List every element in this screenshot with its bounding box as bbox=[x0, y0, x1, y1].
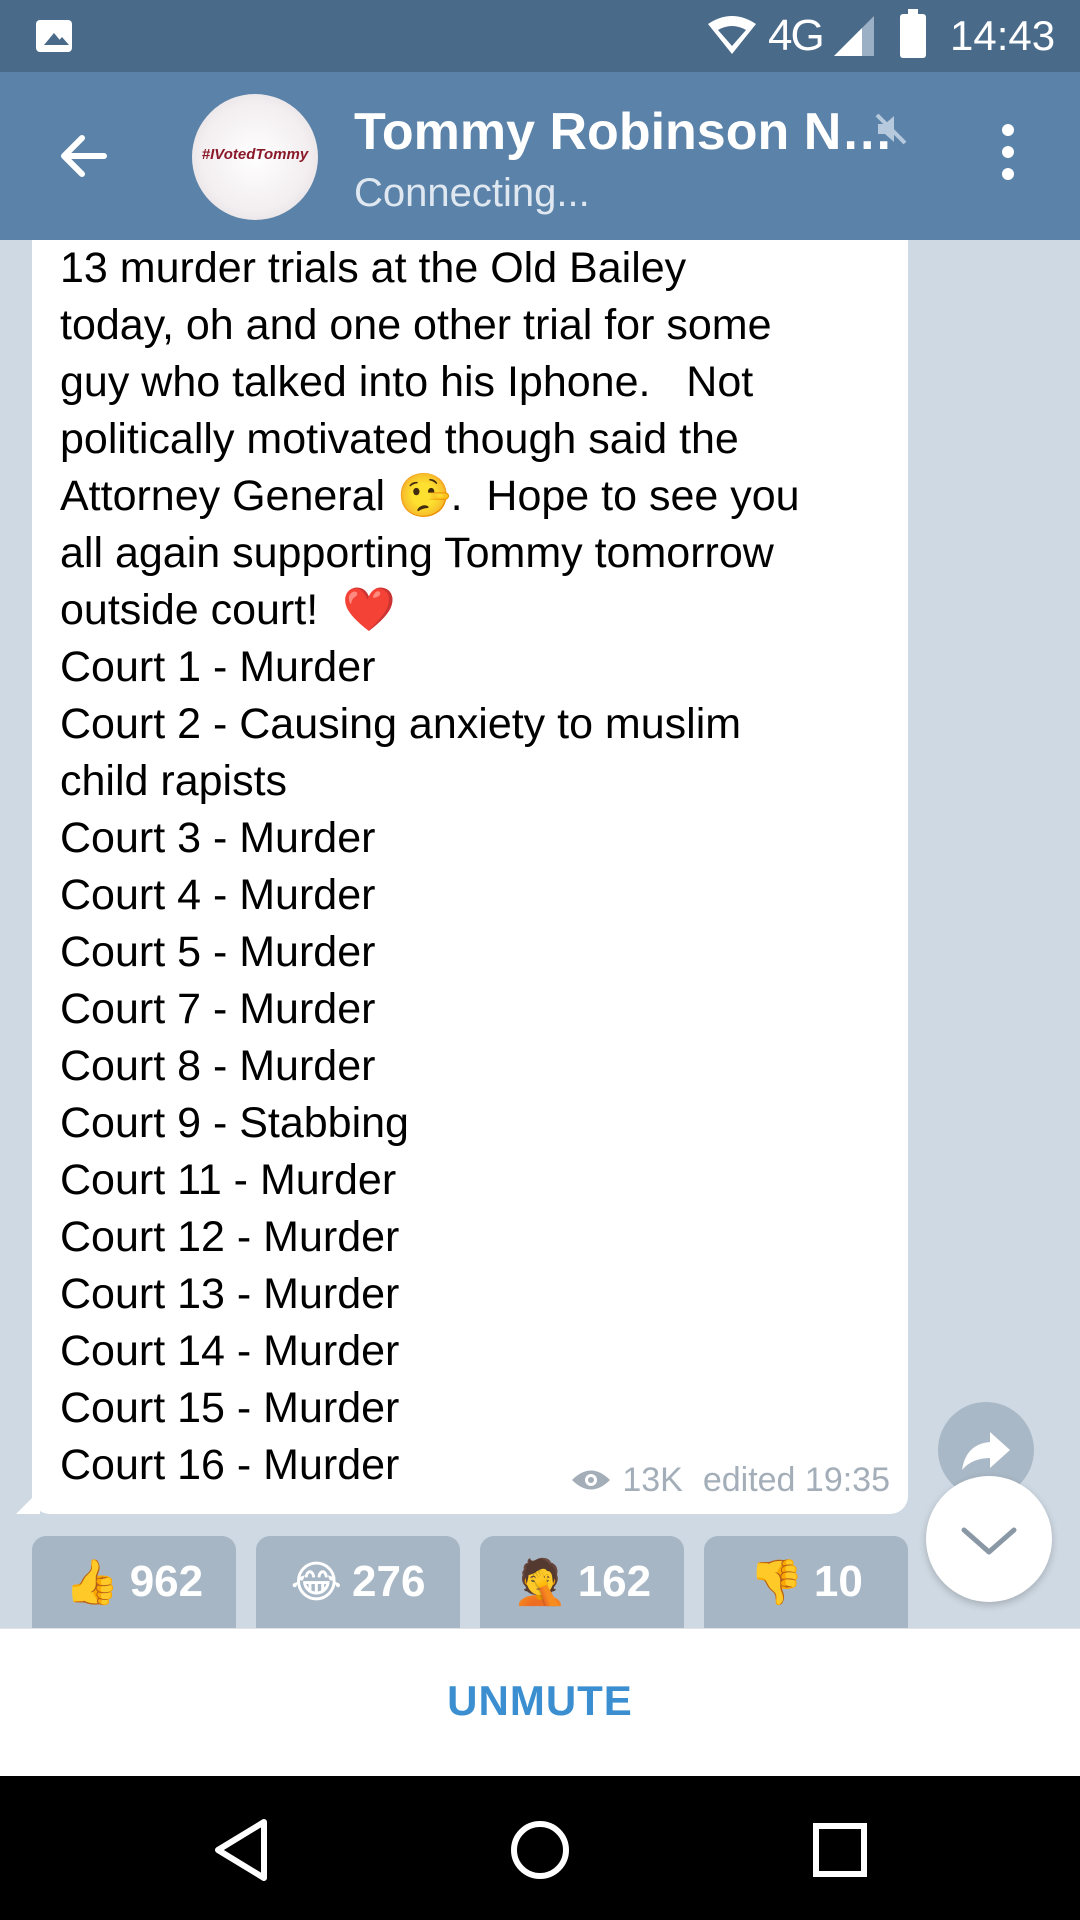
avatar-logo-text: #IVotedTommy bbox=[201, 146, 309, 163]
message-line: Attorney General 🤥. Hope to see you bbox=[60, 468, 900, 525]
message-line: Court 11 - Murder bbox=[60, 1156, 397, 1204]
laughing-icon: 😂 bbox=[290, 1556, 342, 1608]
message-text: 13 murder trials at the Old Bailey today… bbox=[60, 240, 900, 1494]
signal-icon bbox=[834, 16, 874, 56]
message-line: Court 9 - Stabbing bbox=[60, 1099, 409, 1147]
lying-face-emoji-icon: 🤥 bbox=[397, 471, 451, 521]
message-line: Court 2 - Causing anxiety to muslim bbox=[60, 700, 742, 748]
message-meta: 13K edited 19:35 bbox=[570, 1460, 890, 1500]
message-line: 13 murder trials at the Old Bailey bbox=[60, 244, 687, 292]
battery-icon bbox=[900, 9, 926, 58]
message-line: child rapists bbox=[60, 757, 288, 805]
muted-speaker-icon bbox=[875, 113, 907, 145]
message-line: guy who talked into his Iphone. Not bbox=[60, 358, 754, 406]
clock: 14:43 bbox=[950, 12, 1056, 59]
navigation-bar bbox=[0, 1776, 1080, 1920]
bottom-bar: UNMUTE bbox=[0, 1628, 1080, 1777]
facepalm-icon: 🤦 bbox=[512, 1557, 568, 1608]
message-line: outside court! ❤️ bbox=[60, 582, 900, 639]
message-line: Court 7 - Murder bbox=[60, 985, 376, 1033]
app-bar: #IVotedTommy Tommy Robinson N… Connectin… bbox=[0, 72, 1080, 240]
heart-emoji-icon: ❤️ bbox=[342, 585, 396, 635]
thumbs-up-icon: 👍 bbox=[64, 1557, 120, 1608]
more-vert-icon[interactable] bbox=[996, 124, 1020, 188]
reaction-thumbs-up[interactable]: 👍 962 bbox=[32, 1536, 236, 1628]
message-line: Court 12 - Murder bbox=[60, 1213, 400, 1261]
recents-nav-icon[interactable] bbox=[804, 1814, 876, 1886]
message-line: Court 14 - Murder bbox=[60, 1327, 400, 1375]
eye-icon bbox=[572, 1470, 611, 1490]
gallery-icon bbox=[36, 20, 72, 52]
home-nav-icon[interactable] bbox=[504, 1814, 576, 1886]
back-arrow-icon[interactable] bbox=[56, 130, 108, 182]
view-count: 13K bbox=[622, 1461, 683, 1499]
back-nav-icon[interactable] bbox=[204, 1814, 276, 1886]
message-line: Court 13 - Murder bbox=[60, 1270, 400, 1318]
message-fragment: Attorney General bbox=[60, 472, 398, 520]
message-bubble[interactable]: 13 murder trials at the Old Bailey today… bbox=[16, 240, 908, 1514]
message-line: Court 5 - Murder bbox=[60, 928, 376, 976]
edited-time: edited 19:35 bbox=[702, 1461, 890, 1499]
message-fragment: . Hope to see you bbox=[450, 472, 800, 520]
reaction-count: 276 bbox=[352, 1557, 426, 1606]
channel-avatar[interactable]: #IVotedTommy bbox=[192, 94, 318, 220]
message-line: politically motivated though said the bbox=[60, 415, 739, 463]
message-line: Court 8 - Murder bbox=[60, 1042, 376, 1090]
message-line: Court 3 - Murder bbox=[60, 814, 376, 862]
network-type: 4G bbox=[768, 11, 825, 60]
chat-area[interactable]: 13 murder trials at the Old Bailey today… bbox=[0, 240, 1080, 1628]
reaction-count: 162 bbox=[577, 1557, 652, 1606]
message-line: Court 1 - Murder bbox=[60, 643, 376, 691]
channel-title[interactable]: Tommy Robinson N… bbox=[354, 102, 893, 162]
wifi-icon bbox=[708, 16, 756, 54]
chevron-down-icon bbox=[961, 1527, 1017, 1555]
reaction-facepalm[interactable]: 🤦 162 bbox=[480, 1536, 684, 1628]
reaction-laughing[interactable]: 😂 276 bbox=[256, 1536, 460, 1628]
connection-status: Connecting... bbox=[354, 171, 590, 215]
reaction-count: 962 bbox=[129, 1557, 204, 1606]
message-fragment: outside court! bbox=[60, 586, 343, 634]
message-line: all again supporting Tommy tomorrow bbox=[60, 529, 774, 577]
thumbs-down-icon: 👎 bbox=[749, 1557, 804, 1608]
message-line: today, oh and one other trial for some bbox=[60, 301, 772, 349]
scroll-down-button[interactable] bbox=[926, 1476, 1052, 1602]
unmute-button[interactable]: UNMUTE bbox=[0, 1677, 1080, 1725]
reaction-count: 10 bbox=[813, 1557, 863, 1606]
reaction-thumbs-down[interactable]: 👎 10 bbox=[704, 1536, 908, 1628]
bubble-tail bbox=[16, 1490, 40, 1514]
message-line: Court 15 - Murder bbox=[60, 1384, 400, 1432]
status-bar: 4G 14:43 bbox=[0, 0, 1080, 72]
message-line: Court 4 - Murder bbox=[60, 871, 376, 919]
